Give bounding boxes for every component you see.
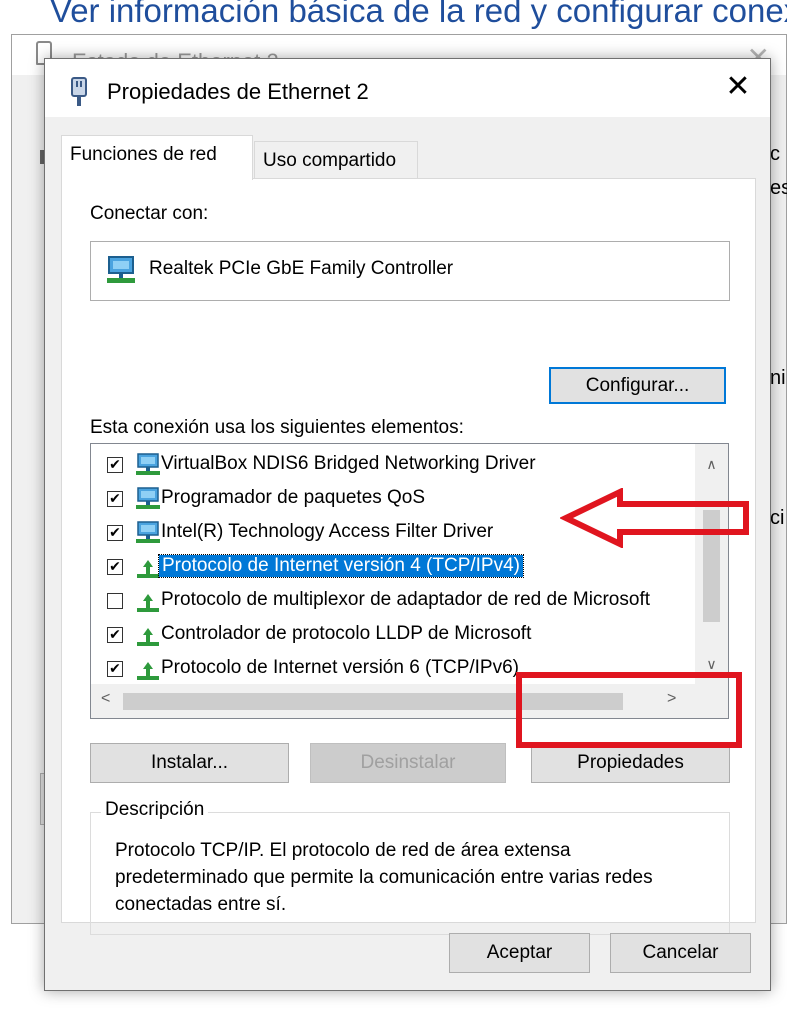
connect-with-label: Conectar con: [90, 203, 209, 224]
ok-button[interactable]: Aceptar [449, 933, 590, 973]
background-text-fragment: c [770, 143, 780, 165]
list-item-label: Protocolo de Internet versión 6 (TCP/IPv… [161, 657, 519, 678]
checkbox[interactable]: ✔ [107, 627, 123, 643]
background-heading: Ver información básica de la red y confi… [50, 0, 787, 29]
tab-funciones-de-red[interactable]: Funciones de red [61, 135, 253, 180]
checkbox[interactable]: ✔ [107, 559, 123, 575]
uninstall-button: Desinstalar [310, 743, 506, 783]
network-plug-icon [71, 77, 87, 106]
network-adapter-icon [107, 256, 135, 283]
protocol-icon [137, 628, 159, 646]
protocol-icon [137, 662, 159, 680]
scroll-down-icon[interactable]: ∨ [695, 656, 728, 673]
dialog-title: Propiedades de Ethernet 2 [107, 79, 369, 104]
background-text-fragment: ni [770, 367, 786, 389]
dialog-titlebar: Propiedades de Ethernet 2 ✕ [45, 59, 770, 117]
network-adapter-icon [136, 487, 160, 509]
list-item[interactable]: ✔ Controlador de protocolo LLDP de Micro… [91, 618, 691, 652]
list-item-selected[interactable]: ✔ Protocolo de Internet versión 4 (TCP/I… [91, 550, 691, 584]
checkbox-unchecked[interactable] [107, 593, 123, 609]
description-text: Protocolo TCP/IP. El protocolo de red de… [115, 840, 653, 915]
checkbox[interactable]: ✔ [107, 491, 123, 507]
properties-button[interactable]: Propiedades [531, 743, 730, 783]
tab-panel: Conectar con: Realtek PCIe GbE Family Co… [61, 178, 756, 935]
scroll-left-icon[interactable]: < [101, 690, 110, 708]
protocol-icon [137, 560, 159, 578]
background-text-fragment: ci [770, 507, 785, 529]
list-item-label: Protocolo de Internet versión 4 (TCP/IPv… [158, 554, 524, 578]
list-item[interactable]: Protocolo de multiplexor de adaptador de… [91, 584, 691, 618]
scroll-up-icon[interactable]: ∧ [695, 456, 728, 473]
configure-button[interactable]: Configurar... [549, 367, 726, 404]
elements-label: Esta conexión usa los siguientes element… [90, 417, 464, 438]
checkbox[interactable]: ✔ [107, 525, 123, 541]
list-item[interactable]: ✔ VirtualBox NDIS6 Bridged Networking Dr… [91, 448, 691, 482]
annotation-arrow-icon [560, 488, 749, 548]
list-item-label: Programador de paquetes QoS [161, 487, 426, 508]
description-legend: Descripción [101, 799, 209, 821]
adapter-box: Realtek PCIe GbE Family Controller [90, 241, 730, 301]
checkbox[interactable]: ✔ [107, 457, 123, 473]
protocol-icon [137, 594, 159, 612]
close-icon[interactable]: ✕ [706, 59, 770, 117]
cancel-button[interactable]: Cancelar [610, 933, 751, 973]
annotation-highlight-box [516, 672, 742, 748]
background-text-fragment: es [770, 177, 787, 199]
tab-uso-compartido[interactable]: Uso compartido [254, 141, 418, 181]
checkbox[interactable]: ✔ [107, 661, 123, 677]
vertical-scrollbar[interactable]: ∧ ∨ [695, 444, 728, 684]
network-adapter-icon [136, 453, 160, 475]
adapter-name: Realtek PCIe GbE Family Controller [149, 258, 454, 279]
list-item-label: Controlador de protocolo LLDP de Microso… [161, 623, 532, 644]
network-adapter-icon [136, 521, 160, 543]
list-item-label: Intel(R) Technology Access Filter Driver [161, 521, 494, 542]
list-item-label: Protocolo de multiplexor de adaptador de… [161, 589, 650, 610]
install-button[interactable]: Instalar... [90, 743, 289, 783]
description-group: Descripción Protocolo TCP/IP. El protoco… [90, 799, 730, 935]
list-item-label: VirtualBox NDIS6 Bridged Networking Driv… [161, 453, 536, 474]
